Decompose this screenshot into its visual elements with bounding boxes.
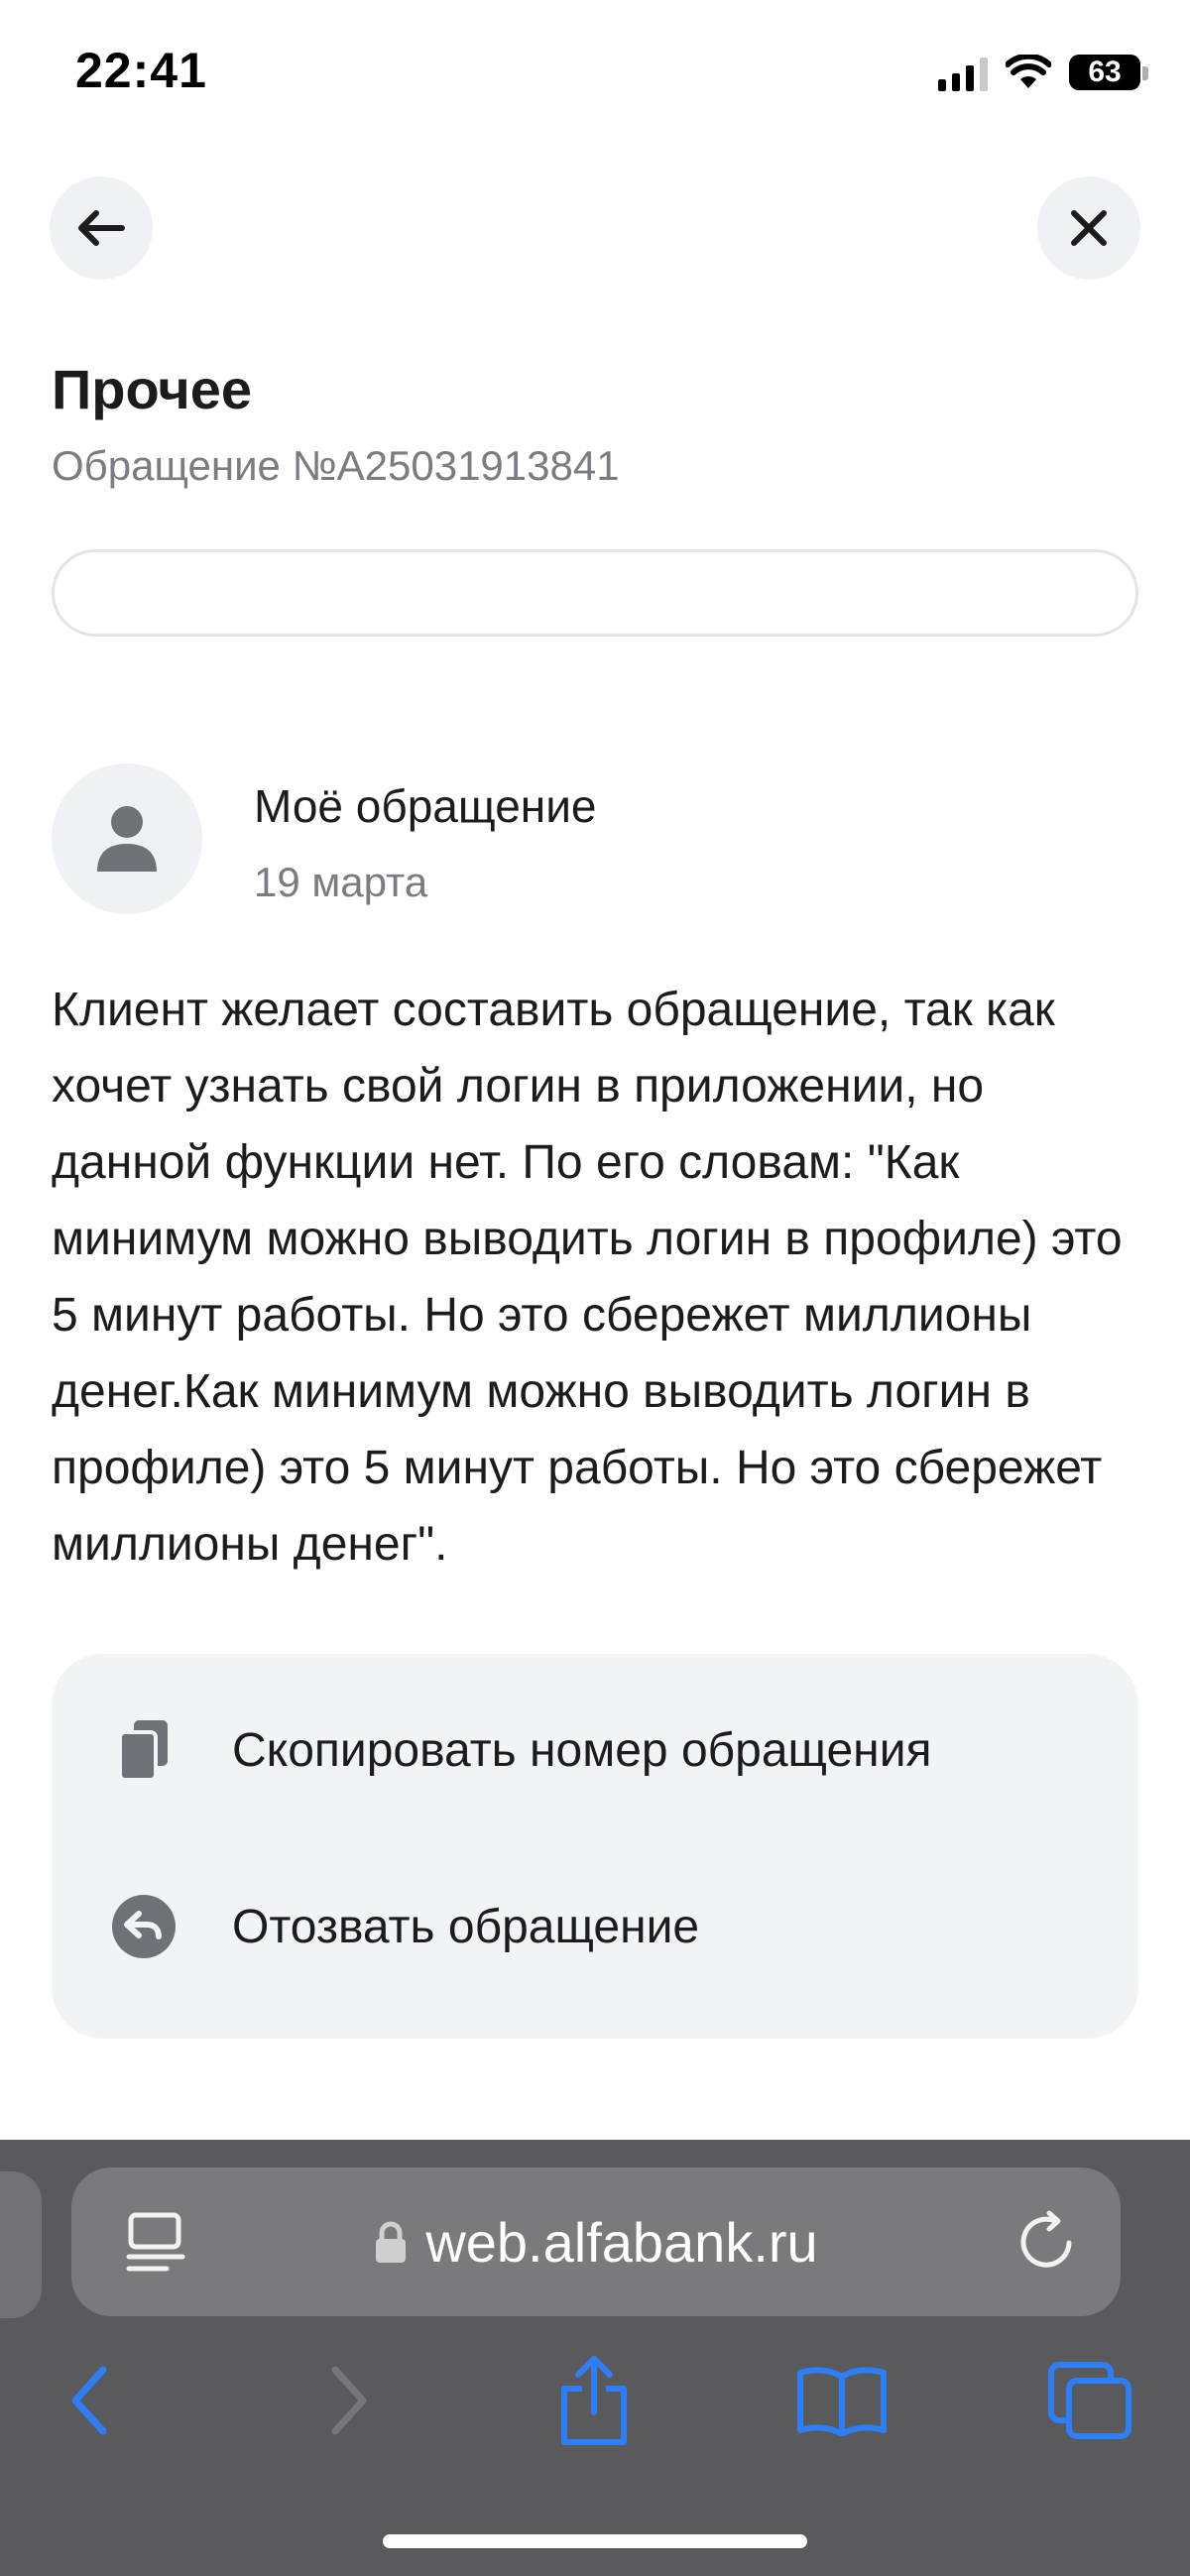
bookmarks-button[interactable] [787, 2346, 896, 2455]
signal-icon [938, 54, 988, 91]
back-button[interactable] [50, 176, 153, 280]
bookmarks-icon [797, 2367, 887, 2436]
lock-icon [376, 2221, 407, 2263]
address-bar[interactable]: web.alfabank.ru [71, 2167, 1121, 2316]
share-icon [561, 2356, 627, 2445]
share-button[interactable] [539, 2346, 649, 2455]
close-icon [1071, 210, 1107, 246]
status-bar: 22:41 63 [0, 0, 1190, 149]
home-indicator[interactable] [383, 2534, 807, 2548]
user-icon [97, 806, 157, 872]
status-time: 22:41 [75, 43, 207, 98]
browser-back-button[interactable] [36, 2346, 145, 2455]
revoke-request-button[interactable]: Отозвать обращение [52, 1852, 1138, 2001]
url-text: web.alfabank.ru [425, 2210, 818, 2274]
tabs-button[interactable] [1035, 2346, 1144, 2455]
copy-icon [109, 1715, 178, 1785]
page-title: Прочее [52, 358, 253, 420]
close-button[interactable] [1037, 176, 1140, 280]
battery-level: 63 [1088, 56, 1122, 88]
back-arrow-icon [71, 2366, 107, 2435]
url-display[interactable]: web.alfabank.ru [71, 2167, 1121, 2316]
reload-icon[interactable] [1012, 2207, 1081, 2277]
revoke-arrow-icon [109, 1892, 178, 1961]
previous-tab-peek[interactable] [0, 2171, 42, 2318]
arrow-left-icon [78, 210, 125, 246]
request-number: Обращение №A25031913841 [52, 442, 620, 489]
avatar [52, 763, 202, 914]
forward-arrow-icon [331, 2366, 367, 2435]
actions-card: Скопировать номер обращения Отозвать обр… [52, 1654, 1138, 2039]
tabs-icon [1048, 2362, 1131, 2439]
request-date: 19 марта [254, 859, 428, 905]
request-text: Клиент желает составить обращение, так к… [52, 984, 1123, 1571]
revoke-label: Отозвать обращение [232, 1900, 700, 1953]
status-field [52, 549, 1138, 637]
copy-label: Скопировать номер обращения [232, 1723, 932, 1777]
wifi-icon [1006, 55, 1051, 88]
request-title: Моё обращение [254, 780, 597, 832]
browser-forward-button[interactable] [294, 2346, 403, 2455]
status-indicators: 63 [938, 52, 1148, 93]
copy-request-number-button[interactable]: Скопировать номер обращения [52, 1676, 1138, 1824]
battery-icon: 63 [1069, 55, 1148, 90]
